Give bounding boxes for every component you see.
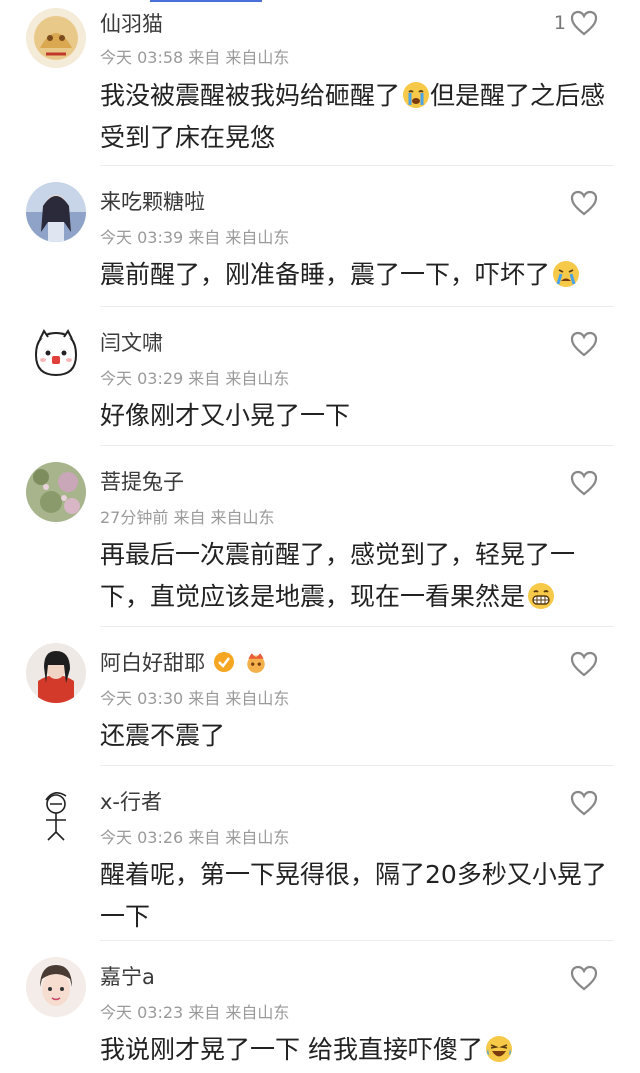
avatar[interactable] (26, 462, 86, 522)
username[interactable]: 菩提兔子 (100, 466, 184, 496)
crying-face-icon (403, 82, 430, 108)
like-button[interactable] (566, 651, 598, 677)
comment-text: 震前醒了，刚准备睡，震了一下，吓坏了 (100, 254, 615, 296)
comment-meta: 今天 03:29 来自 来自山东 (100, 369, 290, 388)
comment-item: 闫文啸 今天 03:29 来自 来自山东 好像刚才又小晃了一下 (0, 307, 640, 445)
comment-item: x-行者 今天 03:26 来自 来自山东 醒着呢，第一下晃得很，隔了20多秒又… (0, 766, 640, 940)
avatar[interactable] (26, 643, 86, 703)
avatar[interactable] (26, 323, 86, 383)
comment-text: 好像刚才又小晃了一下 (100, 401, 351, 430)
avatar[interactable] (26, 957, 86, 1017)
comment-meta: 今天 03:23 来自 来自山东 (100, 1003, 290, 1022)
username[interactable]: 闫文啸 (100, 327, 163, 357)
like-button[interactable] (566, 965, 598, 991)
heart-icon (570, 790, 598, 816)
avatar[interactable] (26, 8, 86, 68)
heart-icon (570, 965, 598, 991)
comment-item: 阿白好甜耶 今天 03:30 来自 来自山东 还震不震了 (0, 627, 640, 765)
grinning-face-icon (528, 583, 555, 609)
heart-icon (570, 651, 598, 677)
comment-item: 仙羽猫 今天 03:58 来自 来自山东 1 我没被震醒被我妈给砸醒了 但是醒了之… (0, 0, 640, 165)
comment-text: 再最后一次震前醒了，感觉到了，轻晃了一下，直觉应该是地震，现在一看果然是 (100, 540, 576, 611)
like-button[interactable] (566, 190, 598, 216)
username[interactable]: 嘉宁a (100, 961, 155, 991)
like-button[interactable] (566, 790, 598, 816)
heart-icon (570, 10, 598, 36)
comment-meta: 今天 03:58 来自 来自山东 (100, 48, 290, 67)
comment-text: 醒着呢，第一下晃得很，隔了20多秒又小晃了一下 (100, 860, 607, 931)
like-button[interactable] (566, 331, 598, 357)
comment-meta: 今天 03:26 来自 来自山东 (100, 828, 290, 847)
like-button[interactable]: 1 (554, 10, 598, 36)
comment-meta: 今天 03:39 来自 来自山东 (100, 228, 290, 247)
comment-item: 菩提兔子 27分钟前 来自 来自山东 再最后一次震前醒了，感觉到了，轻晃了一下，… (0, 446, 640, 626)
comment-meta: 今天 03:30 来自 来自山东 (100, 689, 290, 708)
username[interactable]: 仙羽猫 (100, 8, 163, 38)
heart-icon (570, 470, 598, 496)
crown-badge-icon (247, 653, 265, 673)
laughing-tears-icon (485, 1036, 512, 1062)
comment-item: 嘉宁a 今天 03:23 来自 来自山东 我说刚才晃了一下 给我直接吓傻了 (0, 941, 640, 1073)
comment-text: 我没被震醒被我妈给砸醒了 但是醒了之后感受到了床在晃悠 (100, 81, 606, 152)
comment-item: 来吃颗糖啦 今天 03:39 来自 来自山东 震前醒了，刚准备睡，震了一下，吓坏… (0, 166, 640, 306)
sobbing-face-icon (553, 261, 580, 287)
avatar[interactable] (26, 182, 86, 242)
comment-text: 我说刚才晃了一下 给我直接吓傻了 (100, 1029, 615, 1071)
verified-badge-icon (214, 652, 234, 672)
heart-icon (570, 190, 598, 216)
username[interactable]: 来吃颗糖啦 (100, 186, 205, 216)
username[interactable]: 阿白好甜耶 (100, 647, 269, 677)
avatar[interactable] (26, 782, 86, 842)
like-button[interactable] (566, 470, 598, 496)
heart-icon (570, 331, 598, 357)
comment-meta: 27分钟前 来自 来自山东 (100, 508, 275, 527)
username[interactable]: x-行者 (100, 786, 162, 816)
like-count: 1 (553, 12, 566, 34)
comment-text: 还震不震了 (100, 721, 226, 750)
